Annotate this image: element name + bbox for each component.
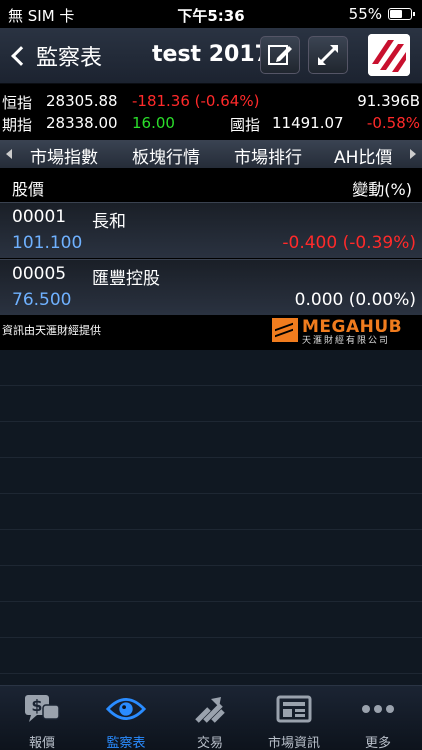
trade-icon <box>195 697 225 723</box>
futures-index-row[interactable]: 期指 28338.00 16.00 國指 11491.07 -0.58% <box>0 112 422 134</box>
tab-market-ranking[interactable]: 市場排行 <box>234 143 302 168</box>
data-source-bar: 資訊由天滙財經提供 MEGAHUB 天滙財經有限公司 <box>0 316 422 350</box>
tab-more-label: 更多 <box>364 736 391 750</box>
hsi-label: 恒指 <box>2 94 33 112</box>
battery-icon <box>388 8 415 20</box>
scroll-right-icon[interactable] <box>410 149 416 159</box>
tab-trade-label: 交易 <box>196 736 223 750</box>
empty-list-area <box>0 350 422 685</box>
megahub-mark-icon <box>272 318 298 342</box>
watchlist-eye-icon <box>106 698 146 720</box>
stock-change: -0.400 (-0.39%) <box>282 233 416 253</box>
tab-watchlist[interactable]: 監察表 <box>84 686 168 750</box>
futures-value: 28338.00 <box>46 114 118 132</box>
tab-market-info-label: 市場資訊 <box>267 736 320 750</box>
back-label: 監察表 <box>36 46 103 71</box>
price-column-header: 股價 <box>12 180 45 199</box>
battery-status: 55% <box>348 5 415 23</box>
tab-market-info[interactable]: 市場資訊 <box>252 686 336 750</box>
navigation-bar: 監察表 test 2017 <box>0 28 422 84</box>
stock-row[interactable]: 00001 長和 101.100 -0.400 (-0.39%) <box>0 202 422 258</box>
stock-row[interactable]: 00005 匯豐控股 76.500 0.000 (0.00%) <box>0 259 422 315</box>
megahub-subtitle: 天滙財經有限公司 <box>302 336 391 346</box>
hsi-index-row[interactable]: 恒指 28305.88 -181.36 (-0.64%) 91.396B <box>0 90 422 112</box>
brand-logo[interactable] <box>368 34 410 76</box>
tab-sector-quotes[interactable]: 板塊行情 <box>132 143 200 168</box>
megahub-brand: MEGAHUB <box>302 317 403 337</box>
stock-price: 101.100 <box>12 233 83 253</box>
stock-name: 長和 <box>92 212 126 232</box>
edit-icon <box>268 45 292 65</box>
back-button[interactable]: 監察表 <box>8 40 102 72</box>
megahub-logo: MEGAHUB 天滙財經有限公司 <box>272 318 402 347</box>
change-column-header: 變動(%) <box>352 180 412 199</box>
edit-button[interactable] <box>260 36 300 74</box>
category-tabs: 市場指數 板塊行情 市場排行 AH比價 <box>0 140 422 168</box>
watchlist-name: test 2017 <box>152 42 270 67</box>
column-header: 股價 變動(%) <box>0 174 422 200</box>
data-source-text: 資訊由天滙財經提供 <box>2 324 101 337</box>
futures-change: 16.00 <box>132 114 175 132</box>
hsi-change: -181.36 (-0.64%) <box>132 92 260 110</box>
bottom-tab-bar: $ 報價 監察表 交易 市場資訊 更多 <box>0 685 422 750</box>
scroll-left-icon[interactable] <box>6 149 12 159</box>
svg-text:$: $ <box>31 696 42 715</box>
brand-logo-icon <box>368 34 410 76</box>
futures-label: 期指 <box>2 116 33 134</box>
status-bar: 無 SIM 卡 下午5:36 55% <box>0 0 422 28</box>
market-turnover: 91.396B <box>357 92 420 110</box>
stock-price: 76.500 <box>12 290 72 310</box>
hsi-value: 28305.88 <box>46 92 118 110</box>
stock-change: 0.000 (0.00%) <box>294 290 416 310</box>
expand-button[interactable] <box>308 36 348 74</box>
quote-icon: $ <box>25 695 60 722</box>
tab-watchlist-label: 監察表 <box>106 736 146 750</box>
hscei-value: 11491.07 <box>272 114 344 132</box>
tab-quote[interactable]: $ 報價 <box>0 686 84 750</box>
tab-trade[interactable]: 交易 <box>168 686 252 750</box>
more-icon <box>362 705 394 713</box>
stock-code: 00005 <box>12 264 67 284</box>
battery-percent: 55% <box>348 5 382 23</box>
hscei-label: 國指 <box>230 116 261 134</box>
tab-market-indices[interactable]: 市場指數 <box>30 143 98 168</box>
stock-code: 00001 <box>12 207 67 227</box>
hscei-change: -0.58% <box>366 114 420 132</box>
tab-quote-label: 報價 <box>28 736 55 750</box>
tab-more[interactable]: 更多 <box>336 686 420 750</box>
news-icon <box>276 695 312 723</box>
tab-ah-comparison[interactable]: AH比價 <box>334 143 392 168</box>
expand-icon <box>318 45 338 65</box>
chevron-left-icon <box>11 46 31 66</box>
stock-name: 匯豐控股 <box>92 269 160 289</box>
